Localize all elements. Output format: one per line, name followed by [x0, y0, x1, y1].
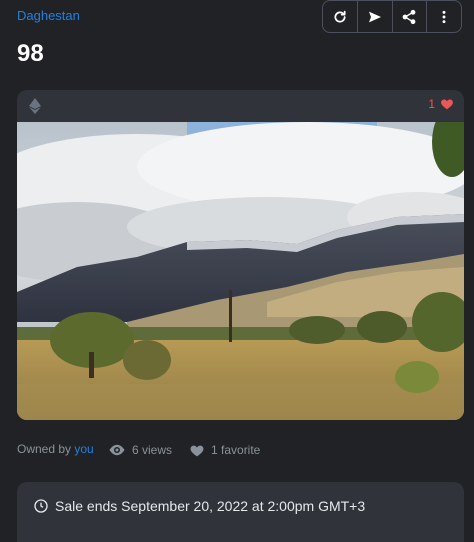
favorite-count: 1 — [428, 97, 435, 111]
share-button[interactable] — [393, 1, 428, 32]
item-toolbar — [322, 0, 462, 33]
owner-link[interactable]: you — [74, 442, 93, 456]
transfer-button[interactable] — [358, 1, 393, 32]
send-icon — [368, 11, 381, 22]
owned-by-label: Owned by — [17, 442, 72, 456]
card-header: 1 — [17, 90, 464, 122]
nft-card: 1 — [17, 90, 464, 420]
item-title: 98 — [17, 40, 44, 67]
favorite-toggle[interactable]: 1 — [428, 97, 454, 111]
nft-image[interactable] — [17, 122, 464, 420]
refresh-button[interactable] — [323, 1, 358, 32]
heart-icon — [441, 99, 453, 110]
views-count: 6 views — [108, 443, 172, 457]
collection-link[interactable]: Daghestan — [17, 8, 80, 23]
more-vertical-icon — [442, 10, 446, 23]
share-icon — [402, 9, 416, 24]
eye-icon — [109, 444, 125, 456]
views-label: 6 views — [132, 443, 173, 457]
refresh-icon — [334, 10, 346, 23]
favorites-count: 1 favorite — [189, 443, 260, 457]
ownership-info: Owned by you — [17, 442, 94, 456]
ethereum-icon — [29, 98, 41, 114]
sale-panel: Sale ends September 20, 2022 at 2:00pm G… — [17, 482, 464, 542]
more-options-button[interactable] — [427, 1, 461, 32]
sale-end-text: Sale ends September 20, 2022 at 2:00pm G… — [55, 498, 366, 514]
clock-icon — [34, 499, 48, 513]
favorites-label: 1 favorite — [211, 443, 261, 457]
heart-outline-icon — [190, 445, 204, 457]
